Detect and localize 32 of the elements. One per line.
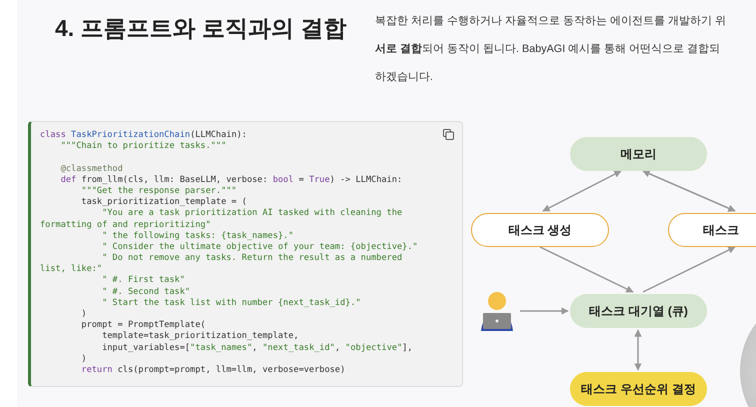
code-line: class TaskPrioritizationChain(LLMChain):	[40, 130, 247, 142]
code-line: formatting of and reprioritizing"	[40, 220, 211, 231]
code-line: """Chain to prioritize tasks."""	[60, 141, 226, 152]
copy-icon[interactable]	[443, 129, 454, 140]
code-line: " Do not remove any tasks. Return the result as a numbered	[101, 253, 402, 264]
code-line: input_variables=["task_names", "next_task_id", "objective"],	[101, 342, 413, 354]
section-heading: 4. 프롬프트와 로직과의 결합	[55, 14, 348, 43]
flow-node: 태스크 대기열 (큐)	[570, 294, 707, 328]
code-line: " Consider the ultimate objective of your team: {objective}."	[101, 242, 418, 253]
code-line: template=task_prioritization_template,	[101, 331, 299, 343]
code-line: list, like:"	[40, 264, 102, 276]
flow-node: 태스크	[668, 213, 756, 247]
code-line: )	[80, 309, 87, 320]
code-line: task_prioritization_template = (	[80, 197, 247, 208]
code-line: @classmethod	[60, 164, 123, 175]
flow-node: 메모리	[570, 137, 707, 171]
code-line: prompt = PromptTemplate(	[80, 320, 206, 331]
person-with-laptop-icon	[479, 291, 515, 331]
code-line: )	[80, 354, 87, 365]
code-line: " the following tasks: {task_names}."	[101, 230, 294, 242]
intro-paragraph: 복잡한 처리를 수행하거나 자율적으로 동작하는 에이전트를 개발하기 위 서로 결합되어 동작이 됩니다. BabyAGI 예시를 통해 어떤식으로 결합되 하겠습니다.	[375, 14, 726, 85]
arrow	[520, 307, 569, 315]
code-line: " #. Second task"	[101, 286, 190, 298]
flow-node: 태스크 우선순위 결정	[570, 372, 707, 406]
code-line: " Start the task list with number {next_task_id}."	[101, 298, 361, 309]
code-line: """Get the response parser."""	[80, 186, 237, 197]
flow-node: 태스크 생성	[471, 213, 609, 247]
code-line: def from_llm(cls, llm: BaseLLM, verbose: bool = True) -> LLMChain:	[60, 174, 402, 186]
code-line: return cls(prompt=prompt, llm=llm, verbose=verbose)	[80, 364, 346, 376]
arrow	[634, 329, 642, 371]
code-line: " #. First task"	[101, 275, 185, 287]
code-line: "You are a task prioritization AI tasked with cleaning the	[101, 208, 402, 220]
